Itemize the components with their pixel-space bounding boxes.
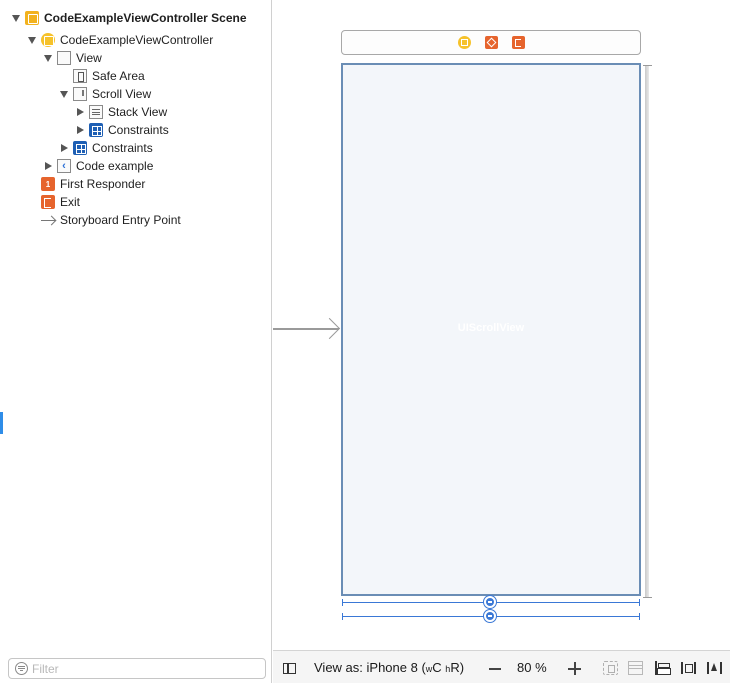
disclosure-open-icon[interactable] [59,89,69,99]
outline-row-view-controller[interactable]: CodeExampleViewController [0,31,272,49]
disclosure-closed-icon[interactable] [59,143,69,153]
storyboard-canvas[interactable]: UIScrollView [273,0,730,650]
outline-row-label: Stack View [108,105,168,119]
first-responder-icon[interactable] [484,36,498,49]
outline-row-label: Exit [60,195,81,209]
zoom-level[interactable]: 80 % [517,660,547,675]
view-as-button[interactable]: View as: iPhone 8 (wC hR) [314,660,464,675]
align-icon[interactable] [655,661,670,675]
add-constraints-icon[interactable] [681,661,696,675]
outline-row-label: CodeExampleViewController [60,33,214,47]
resolve-issues-icon[interactable] [707,661,722,675]
outline-row-label: Constraints [108,123,169,137]
scene-dock[interactable] [341,30,641,55]
constraint-handle-icon[interactable] [484,596,496,608]
zoom-out-icon[interactable] [489,668,501,670]
view-controller-icon [41,33,55,47]
outline-row-exit[interactable]: Exit [0,193,272,211]
view-as-label: View as: iPhone 8 ( [314,660,426,675]
constraints-icon [89,123,103,137]
outline-row-constraints-inner[interactable]: Constraints [0,121,272,139]
outline-row-label: View [76,51,102,65]
view-as-suffix: ) [459,660,465,675]
stack-view-icon [89,105,103,119]
view-controller-icon[interactable] [457,36,471,49]
exit-icon [41,195,55,209]
outline-row-first-responder[interactable]: 1 First Responder [0,175,272,193]
outline-row-label: CodeExampleViewController Scene [44,11,247,25]
scroll-view-icon [73,87,87,101]
first-responder-icon: 1 [41,177,55,191]
canvas-bottom-bar: View as: iPhone 8 (wC hR) 80 % [273,650,730,683]
outline-row-label: First Responder [60,177,146,191]
outline-row-safe-area[interactable]: Safe Area [0,67,272,85]
document-outline: CodeExampleViewController Scene CodeExam… [0,0,272,683]
view-class-label: UIScrollView [457,322,525,334]
scene-icon [25,11,39,25]
width-class: C [432,660,442,675]
constraint-handle-icon[interactable] [484,610,496,622]
filter-icon [15,662,28,675]
disclosure-open-icon[interactable] [11,13,21,23]
outline-row-label: Scroll View [92,87,152,101]
arrow-head-icon [318,317,341,340]
panel-edge-marker [0,412,3,434]
scroll-indicator-cap [643,65,652,66]
outline-row-label: Constraints [92,141,153,155]
disclosure-closed-icon[interactable] [75,107,85,117]
outline-row-label: Safe Area [92,69,145,83]
outline-row-constraints-outer[interactable]: Constraints [0,139,272,157]
constraints-icon [73,141,87,155]
outline-row-label: Storyboard Entry Point [60,213,181,227]
outline-row-entry-point[interactable]: Storyboard Entry Point [0,211,272,229]
toggle-outline-icon[interactable] [283,663,296,674]
disclosure-open-icon[interactable] [43,53,53,63]
outline-row-scene[interactable]: CodeExampleViewController Scene [0,9,272,27]
scroll-indicator-cap [643,597,652,598]
view-icon [57,51,71,65]
height-class: R [450,660,460,675]
outline-row-view[interactable]: View [0,49,272,67]
outline-row-label: Code example [76,159,154,173]
disclosure-open-icon[interactable] [27,35,37,45]
embed-in-icon[interactable] [603,661,618,675]
entry-point-icon [41,213,55,227]
disclosure-closed-icon[interactable] [75,125,85,135]
safe-area-icon [73,69,87,83]
entry-point-arrow[interactable] [273,317,341,340]
disclosure-closed-icon[interactable] [43,161,53,171]
outline-row-stack-view[interactable]: Stack View [0,103,272,121]
outline-row-code-example[interactable]: ‹ Code example [0,157,272,175]
scroll-indicator [645,66,649,598]
embed-in-stack-icon[interactable] [628,661,643,675]
filter-input[interactable] [32,661,252,676]
zoom-in-icon[interactable] [568,662,581,675]
outline-row-scroll-view[interactable]: Scroll View [0,85,272,103]
back-button-icon: ‹ [57,159,71,173]
exit-icon[interactable] [511,36,525,49]
filter-field[interactable] [8,658,266,679]
